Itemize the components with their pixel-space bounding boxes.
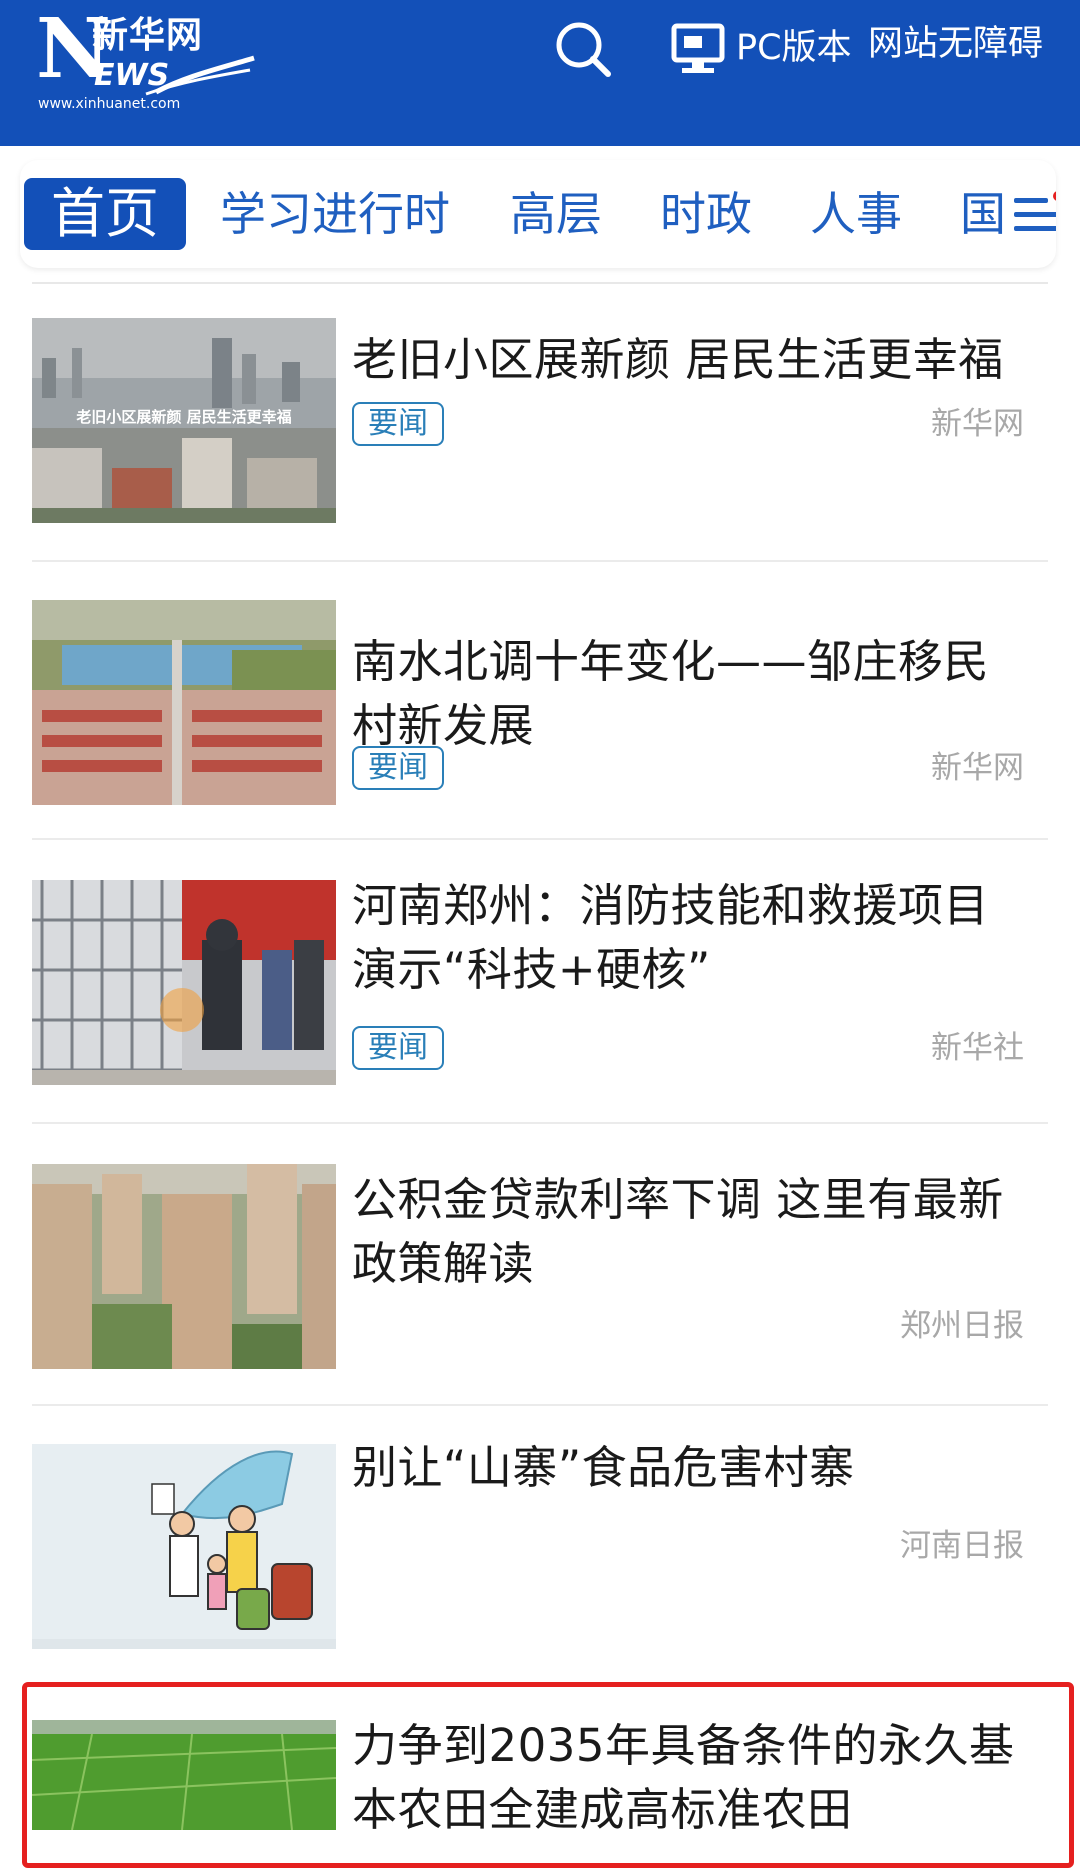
news-title[interactable]: 老旧小区展新颜 居民生活更幸福	[352, 328, 1052, 392]
news-thumbnail[interactable]	[32, 1444, 336, 1649]
tab-study[interactable]: 学习进行时	[220, 178, 450, 250]
top-header: N 新华网 EWS www.xinhuanet.com PC版本 网站无障碍	[0, 0, 1080, 146]
tab-international[interactable]: 国	[960, 178, 1006, 250]
channel-menu-button[interactable]	[1012, 188, 1056, 240]
news-title-line2[interactable]: 本农田全建成高标准农田	[352, 1778, 1052, 1842]
news-source: 新华网	[931, 750, 1024, 786]
news-source: 新华网	[931, 406, 1024, 442]
tab-home[interactable]: 首页	[24, 178, 186, 250]
news-title[interactable]: 河南郑州：消防技能和救援项目	[352, 874, 1052, 938]
xinhuanet-logo[interactable]: N 新华网 EWS www.xinhuanet.com	[36, 6, 255, 112]
pc-version-label: PC版本	[736, 28, 852, 68]
logo-swoosh-icon	[145, 55, 255, 96]
news-tag[interactable]: 要闻	[352, 402, 444, 446]
divider	[32, 1404, 1048, 1406]
village-aerial-image	[32, 600, 336, 805]
news-thumbnail[interactable]	[32, 600, 336, 805]
news-tag[interactable]: 要闻	[352, 1026, 444, 1070]
logo-url: www.xinhuanet.com	[38, 96, 181, 112]
news-thumbnail[interactable]: 老旧小区展新颜 居民生活更幸福	[32, 318, 336, 523]
pc-version-button[interactable]: PC版本	[670, 18, 852, 78]
channel-nav: 首页 学习进行时 高层 时政 人事 国	[20, 160, 1056, 268]
news-title[interactable]: 别让“山寨”食品危害村寨	[352, 1436, 1052, 1500]
search-button[interactable]	[552, 18, 614, 80]
news-thumbnail[interactable]	[32, 1164, 336, 1369]
menu-icon	[1014, 191, 1056, 231]
divider	[32, 838, 1048, 840]
news-item[interactable]: 力争到2035年具备条件的永久基 本农田全建成高标准农田	[32, 1716, 1048, 1871]
news-tag[interactable]: 要闻	[352, 746, 444, 790]
city-aerial-image: 老旧小区展新颜 居民生活更幸福	[32, 318, 336, 523]
farmland-image	[32, 1720, 336, 1830]
search-icon	[556, 22, 611, 77]
news-thumbnail[interactable]	[32, 1720, 336, 1830]
news-title[interactable]: 南水北调十年变化——邹庄移民	[352, 630, 1052, 694]
news-title[interactable]: 公积金贷款利率下调 这里有最新	[352, 1168, 1052, 1232]
firefighter-demo-image	[32, 880, 336, 1085]
news-source: 新华社	[931, 1030, 1024, 1066]
apartment-buildings-image	[32, 1164, 336, 1369]
accessibility-link[interactable]: 网站无障碍	[868, 24, 1043, 64]
tab-leadership[interactable]: 高层	[510, 178, 602, 250]
news-item[interactable]: 公积金贷款利率下调 这里有最新 政策解读 郑州日报	[32, 1162, 1048, 1406]
divider	[32, 560, 1048, 562]
divider	[32, 282, 1048, 284]
news-source: 河南日报	[900, 1528, 1024, 1564]
thumbnail-caption: 老旧小区展新颜 居民生活更幸福	[75, 408, 291, 426]
news-item[interactable]: 别让“山寨”食品危害村寨 河南日报	[32, 1441, 1048, 1684]
news-source: 郑州日报	[900, 1308, 1024, 1344]
news-title-line2[interactable]: 政策解读	[352, 1232, 1052, 1296]
news-title[interactable]: 力争到2035年具备条件的永久基	[352, 1714, 1052, 1778]
tab-personnel[interactable]: 人事	[810, 178, 902, 250]
news-item[interactable]: 南水北调十年变化——邹庄移民 村新发展 要闻 新华网	[32, 598, 1048, 840]
cartoon-illustration-image	[32, 1444, 336, 1649]
monitor-icon	[671, 23, 725, 73]
news-item[interactable]: 河南郑州：消防技能和救援项目 演示“科技+硬核” 要闻 新华社	[32, 879, 1048, 1124]
news-title-line2[interactable]: 演示“科技+硬核”	[352, 938, 1052, 1002]
divider	[32, 1122, 1048, 1124]
tab-politics[interactable]: 时政	[660, 178, 752, 250]
news-item[interactable]: 老旧小区展新颜 居民生活更幸福 老旧小区展新颜 居民生活更幸福 要闻 新华网	[32, 318, 1048, 562]
news-thumbnail[interactable]	[32, 880, 336, 1085]
